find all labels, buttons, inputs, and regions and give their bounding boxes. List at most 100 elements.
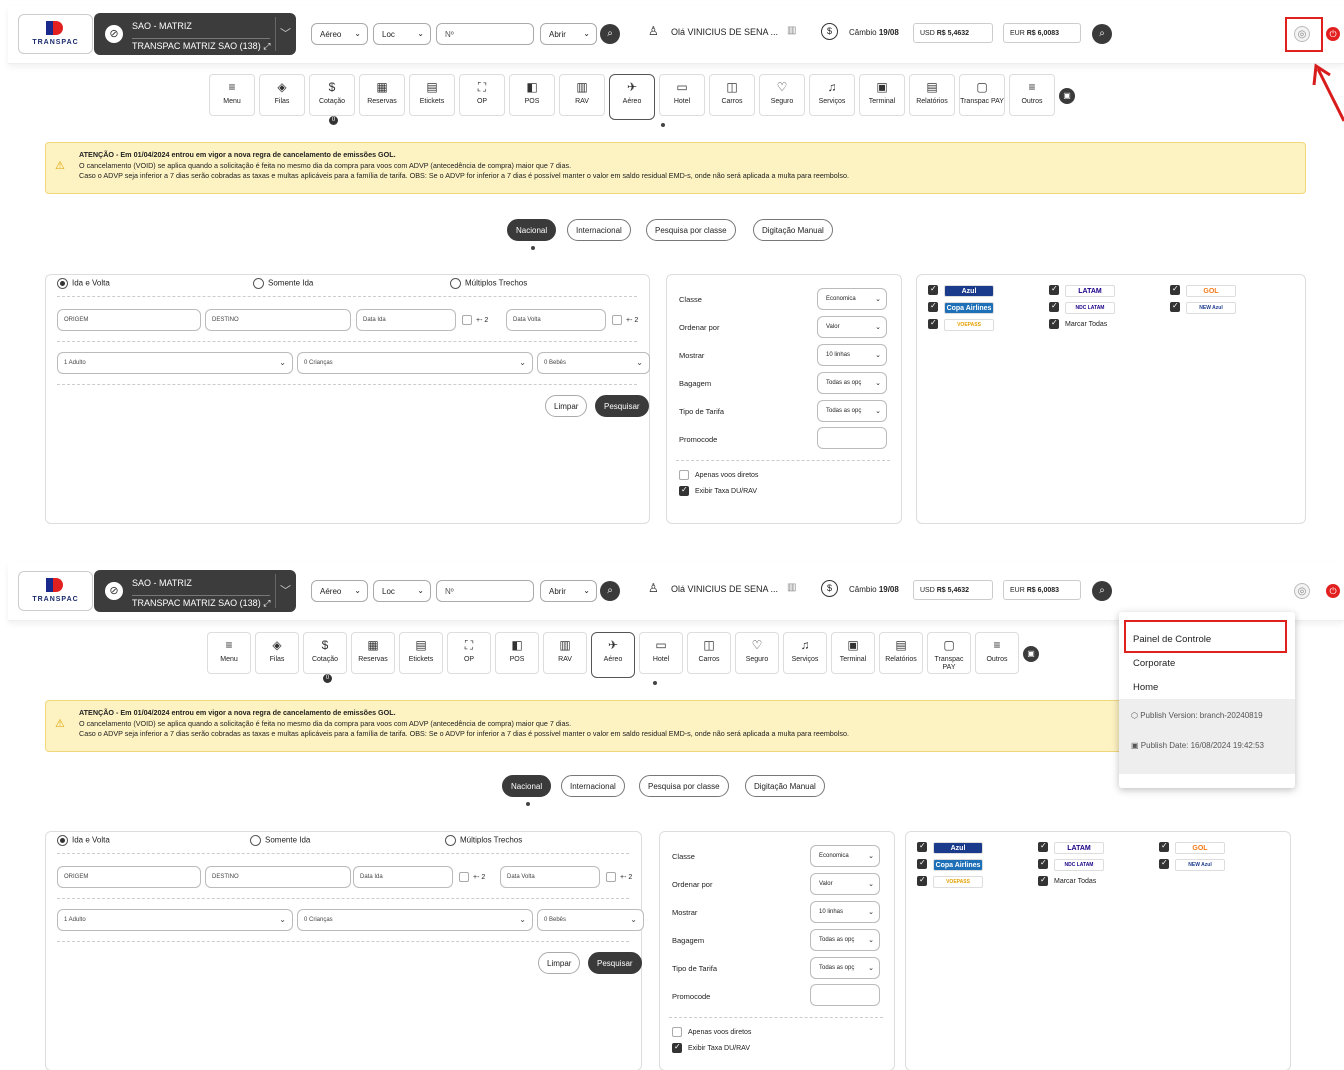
show-fee-checkbox[interactable] <box>679 485 689 496</box>
tab-digitacao-manual[interactable]: Digitação Manual <box>745 775 825 797</box>
airline-new-azul-checkbox[interactable] <box>1170 301 1180 312</box>
nav-servi-os[interactable]: ♫ Serviços <box>809 74 855 116</box>
tab-pesquisa-por-classe[interactable]: Pesquisa por classe <box>646 219 736 241</box>
nav-cota-o[interactable]: $ Cotação 0 <box>309 74 355 125</box>
direct-flights-checkbox[interactable] <box>672 1027 682 1037</box>
tab-digitacao-manual[interactable]: Digitação Manual <box>753 219 833 241</box>
user-greeting[interactable]: Olá VINICIUS DE SENA ... <box>671 584 778 594</box>
option-ordenar-select[interactable]: Valor ⌄ <box>817 316 887 338</box>
airline-copa-checkbox[interactable] <box>928 301 938 312</box>
option-ordenar-select[interactable]: Valor ⌄ <box>810 873 880 895</box>
open-select[interactable]: Abrir ⌄ <box>540 580 597 602</box>
nav-etickets[interactable]: ▤ Etickets <box>409 74 455 116</box>
radio-somente-ida[interactable]: Somente Ida <box>250 835 310 846</box>
flex-return-checkbox[interactable] <box>612 315 622 325</box>
airline-new-azul-checkbox[interactable] <box>1159 858 1169 869</box>
option-mostrar-select[interactable]: 10 linhas ⌄ <box>817 344 887 366</box>
return-date-input[interactable]: Data Volta <box>500 866 600 888</box>
expand-icon[interactable]: ⤢ <box>263 41 270 51</box>
tab-internacional[interactable]: Internacional <box>561 775 625 797</box>
nav-menu[interactable]: ≡ Menu <box>209 74 255 116</box>
transpac-logo[interactable]: TRANSPAC <box>18 14 93 54</box>
nav-a-reo[interactable]: ✈ Aéreo <box>591 632 635 678</box>
option-mostrar-select[interactable]: 10 linhas ⌄ <box>810 901 880 923</box>
destination-input[interactable]: DESTINO <box>205 309 351 331</box>
airline-ndc-latam-checkbox[interactable] <box>1049 301 1059 312</box>
nav-menu[interactable]: ≡ Menu <box>207 632 251 674</box>
nav-transpac-pay[interactable]: ▢ Transpac PAY <box>959 74 1005 116</box>
show-fee-checkbox[interactable] <box>672 1042 682 1053</box>
nav-etickets[interactable]: ▤ Etickets <box>399 632 443 674</box>
option-classe-select[interactable]: Economica ⌄ <box>817 288 887 310</box>
return-date-input[interactable]: Data Volta <box>506 309 606 331</box>
agency-selector[interactable]: ⊘ SAO - MATRIZ TRANSPAC MATRIZ SAO (138)… <box>94 13 296 55</box>
settings-icon[interactable]: ◎ <box>1294 583 1310 599</box>
origin-input[interactable]: ORIGEM <box>57 309 201 331</box>
direct-flights-checkbox[interactable] <box>679 470 689 480</box>
locator-number-input[interactable]: Nº <box>436 23 534 45</box>
airline-latam-checkbox[interactable] <box>1049 284 1059 295</box>
exchange-search-icon[interactable]: ⌕ <box>1092 24 1112 44</box>
airline-latam-checkbox[interactable] <box>1038 841 1048 852</box>
nav-filas[interactable]: ◈ Filas <box>255 632 299 674</box>
nav-more-icon[interactable]: ▣ <box>1023 646 1039 662</box>
menu-item-corporate[interactable]: Corporate <box>1133 658 1175 669</box>
nav-terminal[interactable]: ▣ Terminal <box>859 74 905 116</box>
select-all-airlines-checkbox[interactable] <box>1049 318 1059 329</box>
airline-voepass-checkbox[interactable] <box>917 875 927 886</box>
tab-pesquisa-por-classe[interactable]: Pesquisa por classe <box>639 775 729 797</box>
adults-select[interactable]: 1 Adulto ⌄ <box>57 909 293 931</box>
chevron-down-icon[interactable]: ﹀ <box>280 582 291 598</box>
children-select[interactable]: 0 Crianças ⌄ <box>297 909 533 931</box>
departure-date-input[interactable]: Data Ida <box>356 309 456 331</box>
flex-departure-checkbox[interactable] <box>462 315 472 325</box>
nav-op[interactable]: ⛶ OP <box>447 632 491 674</box>
nav-a-reo[interactable]: ✈ Aéreo <box>609 74 655 120</box>
airline-gol-checkbox[interactable] <box>1170 284 1180 295</box>
nav-rav[interactable]: ▥ RAV <box>543 632 587 674</box>
exchange-search-icon[interactable]: ⌕ <box>1092 581 1112 601</box>
radio-ida-e-volta[interactable]: Ida e Volta <box>57 835 110 846</box>
radio-multiplos-trechos[interactable]: Múltiplos Trechos <box>450 278 527 289</box>
option-bagagem-select[interactable]: Todas as opç ⌄ <box>810 929 880 951</box>
nav-reservas[interactable]: ▦ Reservas <box>359 74 405 116</box>
nav-reservas[interactable]: ▦ Reservas <box>351 632 395 674</box>
tab-nacional[interactable]: Nacional <box>502 775 552 797</box>
destination-input[interactable]: DESTINO <box>205 866 351 888</box>
nav-carros[interactable]: ◫ Carros <box>687 632 731 674</box>
nav-outros[interactable]: ≡ Outros <box>975 632 1019 674</box>
user-greeting[interactable]: Olá VINICIUS DE SENA ... <box>671 27 778 37</box>
menu-item-home[interactable]: Home <box>1133 682 1158 693</box>
search-button[interactable]: Pesquisar <box>588 952 642 974</box>
flex-departure-checkbox[interactable] <box>459 872 469 882</box>
nav-rav[interactable]: ▥ RAV <box>559 74 605 116</box>
airline-gol-checkbox[interactable] <box>1159 841 1169 852</box>
clear-button[interactable]: Limpar <box>538 952 581 974</box>
airline-azul-checkbox[interactable] <box>928 284 938 295</box>
option-tarifa-select[interactable]: Todas as opç ⌄ <box>810 957 880 979</box>
product-select[interactable]: Aéreo ⌄ <box>311 23 368 45</box>
nav-terminal[interactable]: ▣ Terminal <box>831 632 875 674</box>
tab-nacional[interactable]: Nacional <box>507 219 557 241</box>
nav-relat-rios[interactable]: ▤ Relatórios <box>879 632 923 674</box>
promocode-input[interactable] <box>817 427 887 449</box>
logout-icon[interactable]: ⏻ <box>1326 27 1340 41</box>
airline-voepass-checkbox[interactable] <box>928 318 938 329</box>
option-tarifa-select[interactable]: Todas as opç ⌄ <box>817 400 887 422</box>
chevron-down-icon[interactable]: ﹀ <box>280 25 291 41</box>
nav-seguro[interactable]: ♡ Seguro <box>759 74 805 116</box>
locator-number-input[interactable]: Nº <box>436 580 534 602</box>
airline-azul-checkbox[interactable] <box>917 841 927 852</box>
loc-select[interactable]: Loc ⌄ <box>373 580 431 602</box>
radio-somente-ida[interactable]: Somente Ida <box>253 278 313 289</box>
nav-relat-rios[interactable]: ▤ Relatórios <box>909 74 955 116</box>
radio-ida-e-volta[interactable]: Ida e Volta <box>57 278 110 289</box>
select-all-airlines-checkbox[interactable] <box>1038 875 1048 886</box>
nav-hotel[interactable]: ▭ Hotel <box>659 74 705 116</box>
nav-transpac-pay[interactable]: ▢ Transpac PAY <box>927 632 971 674</box>
tab-internacional[interactable]: Internacional <box>567 219 631 241</box>
nav-pos[interactable]: ◧ POS <box>495 632 539 674</box>
airline-ndc-latam-checkbox[interactable] <box>1038 858 1048 869</box>
nav-filas[interactable]: ◈ Filas <box>259 74 305 116</box>
airline-copa-checkbox[interactable] <box>917 858 927 869</box>
